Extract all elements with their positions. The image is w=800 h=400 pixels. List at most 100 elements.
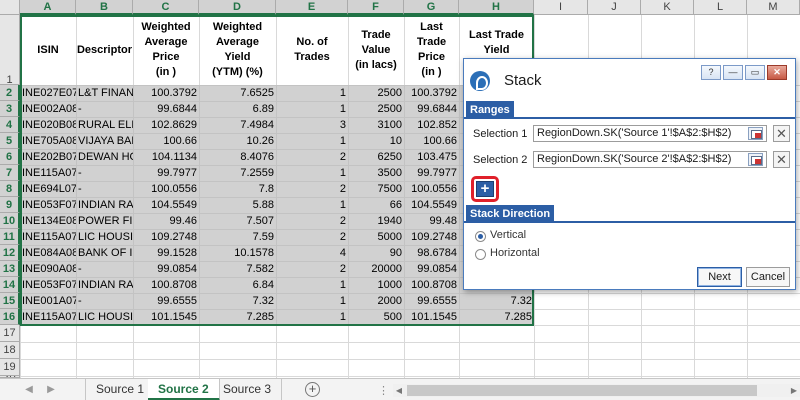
horizontal-radio[interactable] bbox=[475, 249, 486, 260]
cell-descriptor[interactable]: POWER FIN bbox=[76, 213, 133, 229]
cell-descriptor[interactable]: DEWAN HO bbox=[76, 149, 133, 165]
cell-isin[interactable]: INE694L07107 bbox=[20, 181, 76, 197]
column-header-c[interactable]: C bbox=[133, 0, 199, 15]
cell-descriptor[interactable]: L&T FINAN bbox=[76, 85, 133, 101]
cell-weighted-average-yield[interactable]: 6.89 bbox=[199, 101, 276, 117]
cell-descriptor[interactable]: BANK OF IN bbox=[76, 245, 133, 261]
cell-trade-value[interactable]: 1940 bbox=[348, 213, 404, 229]
cell-last-trade-price[interactable]: 104.5549 bbox=[404, 197, 459, 213]
header-weighted-average-price[interactable]: Weighted Average Price (in ) bbox=[133, 15, 199, 85]
cell-number-of-trades[interactable]: 2 bbox=[276, 149, 348, 165]
cell-isin[interactable]: INE134E08JC3 bbox=[20, 213, 76, 229]
cell-isin[interactable]: INE705A08094 bbox=[20, 133, 76, 149]
row-header[interactable]: 5 bbox=[0, 133, 20, 149]
cell-trade-value[interactable]: 1000 bbox=[348, 277, 404, 293]
horizontal-scrollbar[interactable]: ◀ ▶ bbox=[393, 384, 800, 397]
cell-number-of-trades[interactable]: 1 bbox=[276, 277, 348, 293]
column-header-j[interactable]: J bbox=[588, 0, 641, 15]
cell-last-trade-price[interactable]: 99.7977 bbox=[404, 165, 459, 181]
cell-trade-value[interactable]: 2500 bbox=[348, 85, 404, 101]
cell-last-trade-price[interactable]: 100.66 bbox=[404, 133, 459, 149]
header-isin[interactable]: ISIN bbox=[20, 15, 76, 85]
cell-descriptor[interactable]: - bbox=[76, 101, 133, 117]
cell-isin[interactable]: INE115A07KD8 bbox=[20, 309, 76, 325]
cell-isin[interactable]: INE115A07MK9 bbox=[20, 165, 76, 181]
selection-1-input[interactable]: RegionDown.SK('Source 1'!$A$2:$H$2) bbox=[533, 125, 767, 142]
cell-number-of-trades[interactable]: 1 bbox=[276, 197, 348, 213]
range-picker-icon[interactable] bbox=[748, 153, 763, 166]
row-header[interactable]: 15 bbox=[0, 293, 20, 309]
column-header-a[interactable]: A bbox=[20, 0, 76, 15]
cell-last-trade-price[interactable]: 99.6555 bbox=[404, 293, 459, 309]
row-header[interactable]: 13 bbox=[0, 261, 20, 277]
row-header[interactable]: 16 bbox=[0, 309, 20, 325]
column-header-g[interactable]: G bbox=[404, 0, 459, 15]
row-header[interactable]: 9 bbox=[0, 197, 20, 213]
cell-isin[interactable]: INE053F07991 bbox=[20, 277, 76, 293]
cell-weighted-average-yield[interactable]: 7.285 bbox=[199, 309, 276, 325]
sheet-tab-source-2[interactable]: Source 2 bbox=[148, 379, 220, 400]
close-button[interactable]: ✕ bbox=[767, 65, 787, 80]
column-header-m[interactable]: M bbox=[747, 0, 800, 15]
cell-last-trade-price[interactable]: 102.852 bbox=[404, 117, 459, 133]
cell-trade-value[interactable]: 20000 bbox=[348, 261, 404, 277]
cell-isin[interactable]: INE202B07HU2 bbox=[20, 149, 76, 165]
cell-descriptor[interactable]: INDIAN RA bbox=[76, 277, 133, 293]
scroll-tabs-right-icon[interactable]: ▶ bbox=[44, 383, 58, 397]
cell-weighted-average-price[interactable]: 99.7977 bbox=[133, 165, 199, 181]
row-header[interactable]: 11 bbox=[0, 229, 20, 245]
cell-last-trade-price[interactable]: 98.6784 bbox=[404, 245, 459, 261]
cell-weighted-average-price[interactable]: 99.46 bbox=[133, 213, 199, 229]
column-header-h[interactable]: H bbox=[459, 0, 534, 15]
cell-descriptor[interactable]: RURAL ELEC bbox=[76, 117, 133, 133]
cell-weighted-average-price[interactable]: 100.8708 bbox=[133, 277, 199, 293]
cell-isin[interactable]: INE084A08102 bbox=[20, 245, 76, 261]
cell-isin[interactable]: INE053F07587 bbox=[20, 197, 76, 213]
cell-trade-value[interactable]: 90 bbox=[348, 245, 404, 261]
remove-selection-1-button[interactable]: ✕ bbox=[773, 125, 790, 142]
tab-splitter-icon[interactable]: ⋮ bbox=[378, 384, 390, 397]
cell-last-trade-price[interactable]: 100.3792 bbox=[404, 85, 459, 101]
cell-weighted-average-price[interactable]: 104.5549 bbox=[133, 197, 199, 213]
cell-last-trade-price[interactable]: 99.0854 bbox=[404, 261, 459, 277]
cell-last-trade-price[interactable]: 99.48 bbox=[404, 213, 459, 229]
cell-number-of-trades[interactable]: 2 bbox=[276, 181, 348, 197]
cell-weighted-average-price[interactable]: 100.66 bbox=[133, 133, 199, 149]
cell-trade-value[interactable]: 66 bbox=[348, 197, 404, 213]
vertical-label[interactable]: Vertical bbox=[490, 229, 526, 241]
column-header-l[interactable]: L bbox=[694, 0, 747, 15]
column-header-d[interactable]: D bbox=[199, 0, 276, 15]
cell-weighted-average-price[interactable]: 99.1528 bbox=[133, 245, 199, 261]
cell-number-of-trades[interactable]: 1 bbox=[276, 133, 348, 149]
cell-last-trade-price[interactable]: 100.0556 bbox=[404, 181, 459, 197]
selection-2-input[interactable]: RegionDown.SK('Source 2'!$A$2:$H$2) bbox=[533, 151, 767, 168]
cell-weighted-average-yield[interactable]: 7.8 bbox=[199, 181, 276, 197]
cell-last-trade-price[interactable]: 99.6844 bbox=[404, 101, 459, 117]
cell-last-trade-price[interactable]: 100.8708 bbox=[404, 277, 459, 293]
row-header[interactable]: 3 bbox=[0, 101, 20, 117]
cell-trade-value[interactable]: 7500 bbox=[348, 181, 404, 197]
cell-weighted-average-price[interactable]: 104.1134 bbox=[133, 149, 199, 165]
row-header[interactable]: 1 bbox=[0, 15, 20, 86]
header-trade-value[interactable]: Trade Value (in lacs) bbox=[348, 15, 404, 85]
vertical-radio[interactable] bbox=[475, 231, 486, 242]
cell-last-trade-yield[interactable]: 7.32 bbox=[459, 293, 534, 309]
help-button[interactable]: ? bbox=[701, 65, 721, 80]
dialog-title-bar[interactable]: Stack ? — ▭ ✕ bbox=[464, 59, 795, 100]
scroll-tabs-left-icon[interactable]: ◀ bbox=[22, 383, 36, 397]
row-header[interactable]: 19 bbox=[0, 359, 20, 376]
minimize-button[interactable]: — bbox=[723, 65, 743, 80]
row-header[interactable]: 4 bbox=[0, 117, 20, 133]
cell-number-of-trades[interactable]: 1 bbox=[276, 165, 348, 181]
row-header[interactable]: 6 bbox=[0, 149, 20, 165]
cell-number-of-trades[interactable]: 1 bbox=[276, 309, 348, 325]
cell-descriptor[interactable]: - bbox=[76, 293, 133, 309]
row-header[interactable]: 8 bbox=[0, 181, 20, 197]
restore-button[interactable]: ▭ bbox=[745, 65, 765, 80]
column-header-k[interactable]: K bbox=[641, 0, 694, 15]
column-header-e[interactable]: E bbox=[276, 0, 348, 15]
column-header-f[interactable]: F bbox=[348, 0, 404, 15]
cell-descriptor[interactable]: - bbox=[76, 181, 133, 197]
header-last-trade-price[interactable]: Last Trade Price (in ) bbox=[404, 15, 459, 85]
row-header[interactable]: 18 bbox=[0, 342, 20, 359]
